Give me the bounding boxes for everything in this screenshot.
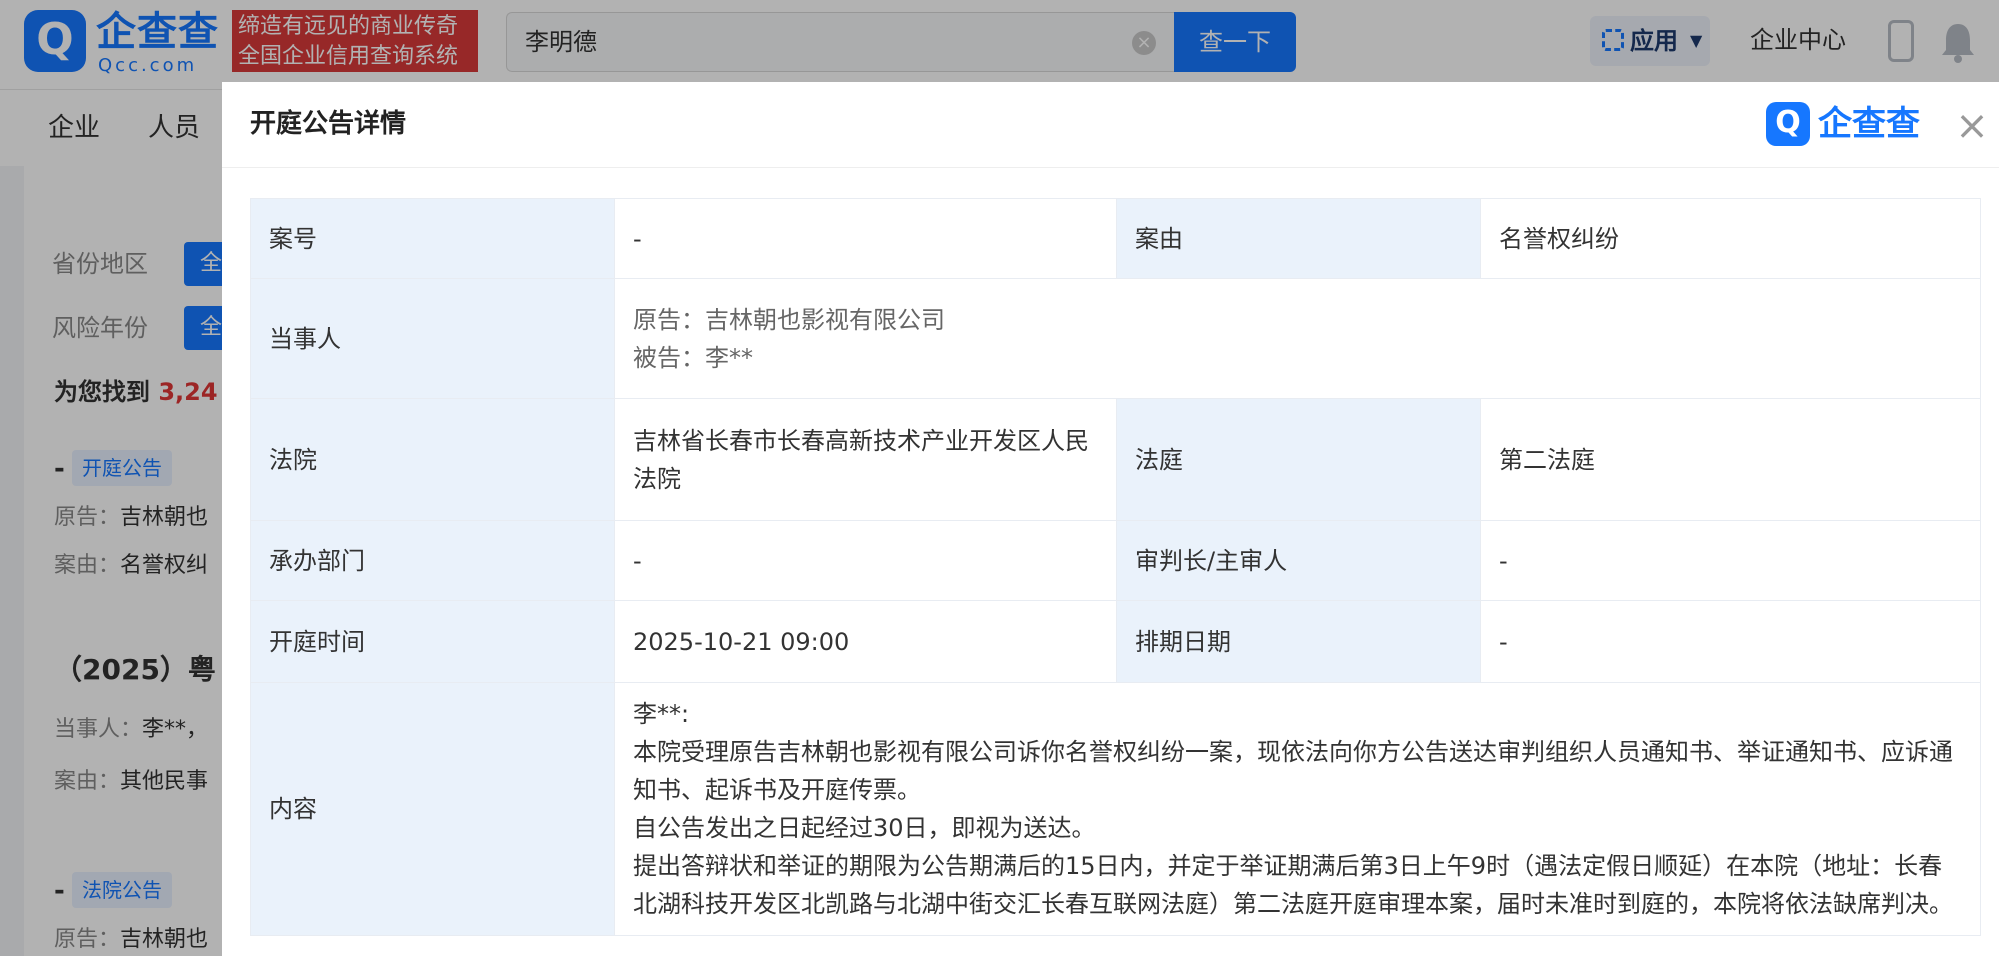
hearing-notice-modal: 开庭公告详情 Q 企查查 × 案号 - 案由 名誉权纠纷 当事人 原告：吉林朝也… (222, 82, 1999, 956)
detail-table: 案号 - 案由 名誉权纠纷 当事人 原告：吉林朝也影视有限公司 被告：李** 法… (250, 198, 1981, 936)
case-no-value: - (614, 198, 1117, 279)
content-line: 本院受理原告吉林朝也影视有限公司诉你名誉权纠纷一案，现依法向你方公告送达审判组织… (633, 738, 1953, 804)
hearing-time-value: 2025-10-21 09:00 (614, 600, 1117, 683)
content-line: 提出答辩状和举证的期限为公告期满后的15日内，并定于举证期满后第3日上午9时（遇… (633, 852, 1953, 918)
table-row: 开庭时间 2025-10-21 09:00 排期日期 - (250, 600, 1981, 683)
schedule-value: - (1480, 600, 1981, 683)
dept-label: 承办部门 (250, 520, 615, 601)
judge-value: - (1480, 520, 1981, 601)
plaintiff[interactable]: 原告：吉林朝也影视有限公司 (633, 301, 1962, 339)
table-row: 案号 - 案由 名誉权纠纷 (250, 198, 1981, 279)
qcc-logo-mark: Q (1766, 102, 1810, 146)
qcc-logo-text: 企查查 (1818, 104, 1920, 144)
content-value: 李**: 本院受理原告吉林朝也影视有限公司诉你名誉权纠纷一案，现依法向你方公告送… (614, 682, 1981, 936)
content-line: 李**: (633, 700, 690, 728)
tribunal-value: 第二法庭 (1480, 398, 1981, 521)
tribunal-label: 法庭 (1116, 398, 1481, 521)
defendant: 被告：李** (633, 343, 753, 372)
close-icon[interactable]: × (1952, 106, 1992, 146)
table-row: 承办部门 - 审判长/主审人 - (250, 520, 1981, 601)
party-label: 当事人 (250, 278, 615, 399)
table-row: 当事人 原告：吉林朝也影视有限公司 被告：李** (250, 278, 1981, 399)
content-label: 内容 (250, 682, 615, 936)
table-row: 内容 李**: 本院受理原告吉林朝也影视有限公司诉你名誉权纠纷一案，现依法向你方… (250, 682, 1981, 936)
modal-header: 开庭公告详情 Q 企查查 × (222, 82, 1999, 168)
court-label: 法院 (250, 398, 615, 521)
court-value: 吉林省长春市长春高新技术产业开发区人民法院 (614, 398, 1117, 521)
modal-title: 开庭公告详情 (250, 109, 407, 139)
cause-value: 名誉权纠纷 (1480, 198, 1981, 279)
modal-logo: Q 企查查 (1766, 102, 1956, 148)
content-line: 自公告发出之日起经过30日，即视为送达。 (633, 814, 1096, 842)
case-no-label: 案号 (250, 198, 615, 279)
schedule-label: 排期日期 (1116, 600, 1481, 683)
cause-label: 案由 (1116, 198, 1481, 279)
party-value: 原告：吉林朝也影视有限公司 被告：李** (614, 278, 1981, 399)
hearing-time-label: 开庭时间 (250, 600, 615, 683)
judge-label: 审判长/主审人 (1116, 520, 1481, 601)
table-row: 法院 吉林省长春市长春高新技术产业开发区人民法院 法庭 第二法庭 (250, 398, 1981, 521)
dept-value: - (614, 520, 1117, 601)
